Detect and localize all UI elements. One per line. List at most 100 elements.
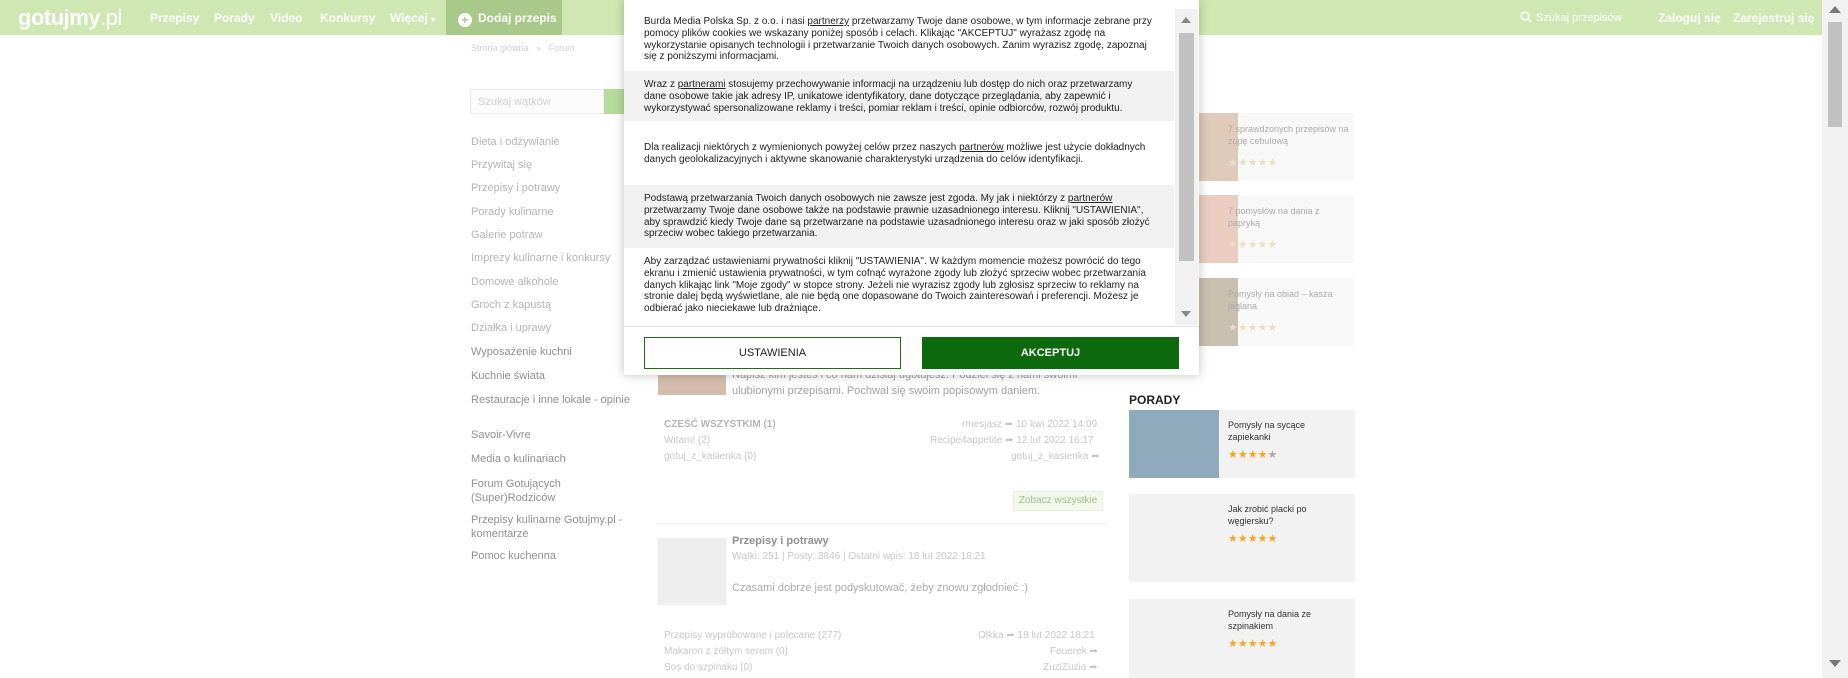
thread-meta: gotuj_z_kasienka ➦: [1011, 451, 1099, 462]
thread-user[interactable]: Recipe4appetite: [930, 435, 1002, 446]
tip-card[interactable]: Jak zrobić placki po węgiersku? ★★★★★: [1129, 494, 1355, 582]
nav-wiecej[interactable]: Więcej ▾: [390, 11, 435, 25]
thread-search-input[interactable]: Szukaj wątków: [470, 89, 604, 114]
login-link[interactable]: Zaloguj się: [1658, 11, 1721, 25]
consent-paragraph-geolocation: Dla realizacji niektórych z wymienionych…: [624, 142, 1174, 166]
sidebar-cat-przywitaj[interactable]: Przywitaj się: [471, 159, 532, 171]
thread-user[interactable]: gotuj_z_kasienka: [1011, 451, 1088, 462]
tip-title: Pomysły na dania ze szpinakiem: [1228, 609, 1312, 631]
thread-link[interactable]: Przepisy wypróbowane i polecane (277): [664, 630, 841, 641]
sidebar-cat-restauracje[interactable]: Restauracje i inne lokale - opinie: [471, 393, 631, 407]
sidebar-cat-alkohole[interactable]: Domowe alkohole: [471, 276, 558, 288]
add-recipe-button[interactable]: + Dodaj przepis: [446, 0, 562, 35]
thread-link[interactable]: Witam! (2): [664, 435, 710, 446]
page-scrollbar[interactable]: [1822, 0, 1848, 678]
porady-heading: PORADY: [1129, 393, 1181, 407]
recipe-title: Pomysły na obiad – kasza jaglana: [1228, 289, 1333, 311]
partners-link[interactable]: partnerów: [959, 142, 1003, 153]
sidebar-cat-rodzice[interactable]: Forum Gotujących (Super)Rodziców: [471, 477, 631, 505]
scroll-up-arrow-icon[interactable]: [1181, 17, 1191, 23]
thread-date: 12 lut 2022 16:17: [1016, 435, 1094, 446]
thread-link[interactable]: Sos do szpinaku (0): [664, 662, 752, 673]
section-title[interactable]: Przepisy i potrawy: [732, 535, 829, 547]
thread-title: gotuj_z_kasienka: [664, 451, 742, 462]
scroll-up-arrow-icon[interactable]: [1829, 6, 1841, 13]
nav-video[interactable]: Video: [270, 11, 302, 25]
reply-arrow-icon: ➦: [1091, 451, 1100, 462]
sidebar-cat-dieta[interactable]: Dieta i odżywianie: [471, 136, 560, 148]
sidebar-cat-galerie[interactable]: Galerie potraw: [471, 229, 543, 241]
rating-stars: ★★★★★: [1228, 638, 1278, 650]
nav-przepisy[interactable]: Przepisy: [150, 11, 199, 25]
recipe-title: 7 pomysłów na dania z papryką: [1228, 206, 1320, 228]
thread-date: 10 kwi 2022 14:09: [1015, 419, 1098, 430]
thread-link[interactable]: gotuj_z_kasienka (0): [664, 451, 756, 462]
partners-link[interactable]: partnerzy: [807, 16, 849, 27]
scroll-down-arrow-icon[interactable]: [1181, 311, 1191, 317]
thread-search-button[interactable]: [604, 89, 626, 114]
tip-image: [1129, 410, 1219, 478]
settings-button[interactable]: USTAWIENIA: [644, 337, 901, 369]
thread-user[interactable]: Olkka: [978, 630, 1004, 641]
thread-title: Przepisy wypróbowane i polecane: [664, 630, 816, 641]
consent-scroll-area[interactable]: Burda Media Polska Sp. z o.o. i nasi par…: [624, 0, 1199, 326]
top-search-input[interactable]: Szukaj przepisów: [1520, 11, 1622, 24]
stars-empty: ★: [1267, 449, 1278, 461]
tip-card[interactable]: Pomysły na dania ze szpinakiem ★★★★★: [1129, 599, 1355, 678]
plus-icon: +: [458, 13, 472, 27]
nav-konkursy[interactable]: Konkursy: [320, 11, 375, 25]
reply-arrow-icon: ➦: [1004, 419, 1014, 430]
thread-user[interactable]: ZuziZuzia: [1043, 662, 1086, 673]
thread-meta: ZuziZuzia ➦: [1043, 662, 1098, 673]
sidebar-cat-dzialka[interactable]: Działka i uprawy: [471, 322, 551, 334]
accept-button[interactable]: AKCEPTUJ: [922, 337, 1179, 369]
rating-stars: ★★★★★: [1228, 533, 1278, 545]
add-recipe-label: Dodaj przepis: [478, 11, 557, 25]
sidebar-cat-kuchnie[interactable]: Kuchnie świata: [471, 370, 545, 382]
consent-scrollbar[interactable]: [1175, 9, 1198, 325]
reply-arrow-icon: ➦: [1089, 662, 1098, 673]
sidebar-cat-media[interactable]: Media o kulinariach: [471, 453, 566, 465]
thread-user[interactable]: rmesjasz: [962, 419, 1002, 430]
breadcrumb-home[interactable]: Strona główna: [471, 43, 529, 53]
scroll-down-arrow-icon[interactable]: [1829, 660, 1841, 667]
consent-dialog: Burda Media Polska Sp. z o.o. i nasi par…: [624, 0, 1199, 375]
sidebar-cat-przepisy[interactable]: Przepisy i potrawy: [471, 182, 560, 194]
register-link[interactable]: Zarejestruj się: [1733, 11, 1814, 25]
thread-count: (2): [697, 435, 711, 446]
nav-wiecej-label: Więcej: [390, 11, 428, 25]
thread-link[interactable]: Makaron z żółtym serem (0): [664, 646, 788, 657]
sidebar-cat-pomoc[interactable]: Pomoc kuchenna: [471, 550, 556, 562]
search-icon: [1520, 11, 1532, 23]
sidebar-cat-porady[interactable]: Porady kulinarne: [471, 206, 554, 218]
partners-link[interactable]: partnerami: [678, 79, 726, 90]
consent-paragraph-intro: Burda Media Polska Sp. z o.o. i nasi par…: [624, 16, 1174, 63]
site-logo[interactable]: gotujmy.pl: [18, 5, 122, 31]
scrollbar-thumb[interactable]: [1828, 22, 1842, 127]
thread-count: (0): [740, 662, 753, 673]
page: gotujmy.pl Przepisy Porady Video Konkurs…: [0, 0, 1848, 678]
rating-stars: ★★★★★: [1228, 239, 1278, 251]
consent-scrollbar-thumb[interactable]: [1179, 33, 1194, 261]
tip-card[interactable]: Pomysły na sycące zapiekanki ★★★★★: [1129, 410, 1355, 478]
sidebar-cat-komentarze[interactable]: Przepisy kulinarne Gotujmy.pl - komentar…: [471, 513, 631, 541]
sidebar-cat-groch[interactable]: Groch z kapustą: [471, 299, 551, 311]
sidebar-cat-savoir[interactable]: Savoir-Vivre: [471, 429, 531, 441]
breadcrumb-forum[interactable]: Forum: [549, 43, 575, 53]
thread-meta: rmesjasz ➦ 10 kwi 2022 14:09: [962, 419, 1097, 430]
thread-meta: Feuerek ➦: [1050, 646, 1098, 657]
consent-text: przetwarzamy Twoje dane osobowe także na…: [644, 204, 1150, 240]
sidebar-cat-wyposazenie[interactable]: Wyposażenie kuchni: [471, 346, 572, 358]
see-all-button[interactable]: Zobacz wszystkie: [1013, 491, 1103, 511]
nav-porady[interactable]: Porady: [214, 11, 255, 25]
thread-link[interactable]: CZEŚĆ WSZYSTKIM (1): [664, 419, 776, 430]
thread-user[interactable]: Feuerek: [1050, 646, 1087, 657]
thread-meta: Recipe4appetite ➦ 12 lut 2022 16:17: [930, 435, 1094, 446]
partners-link[interactable]: partnerów: [1068, 193, 1112, 204]
sidebar-cat-imprezy[interactable]: Imprezy kulinarne i konkursy: [471, 252, 610, 264]
chevron-down-icon: ▾: [431, 15, 436, 24]
consent-text: Dla realizacji niektórych z wymienionych…: [644, 142, 960, 153]
rating-stars: ★★★★★: [1228, 448, 1277, 461]
thread-title: Witam!: [664, 435, 696, 446]
thread-date: 18 lut 2022 18:21: [1017, 630, 1095, 641]
